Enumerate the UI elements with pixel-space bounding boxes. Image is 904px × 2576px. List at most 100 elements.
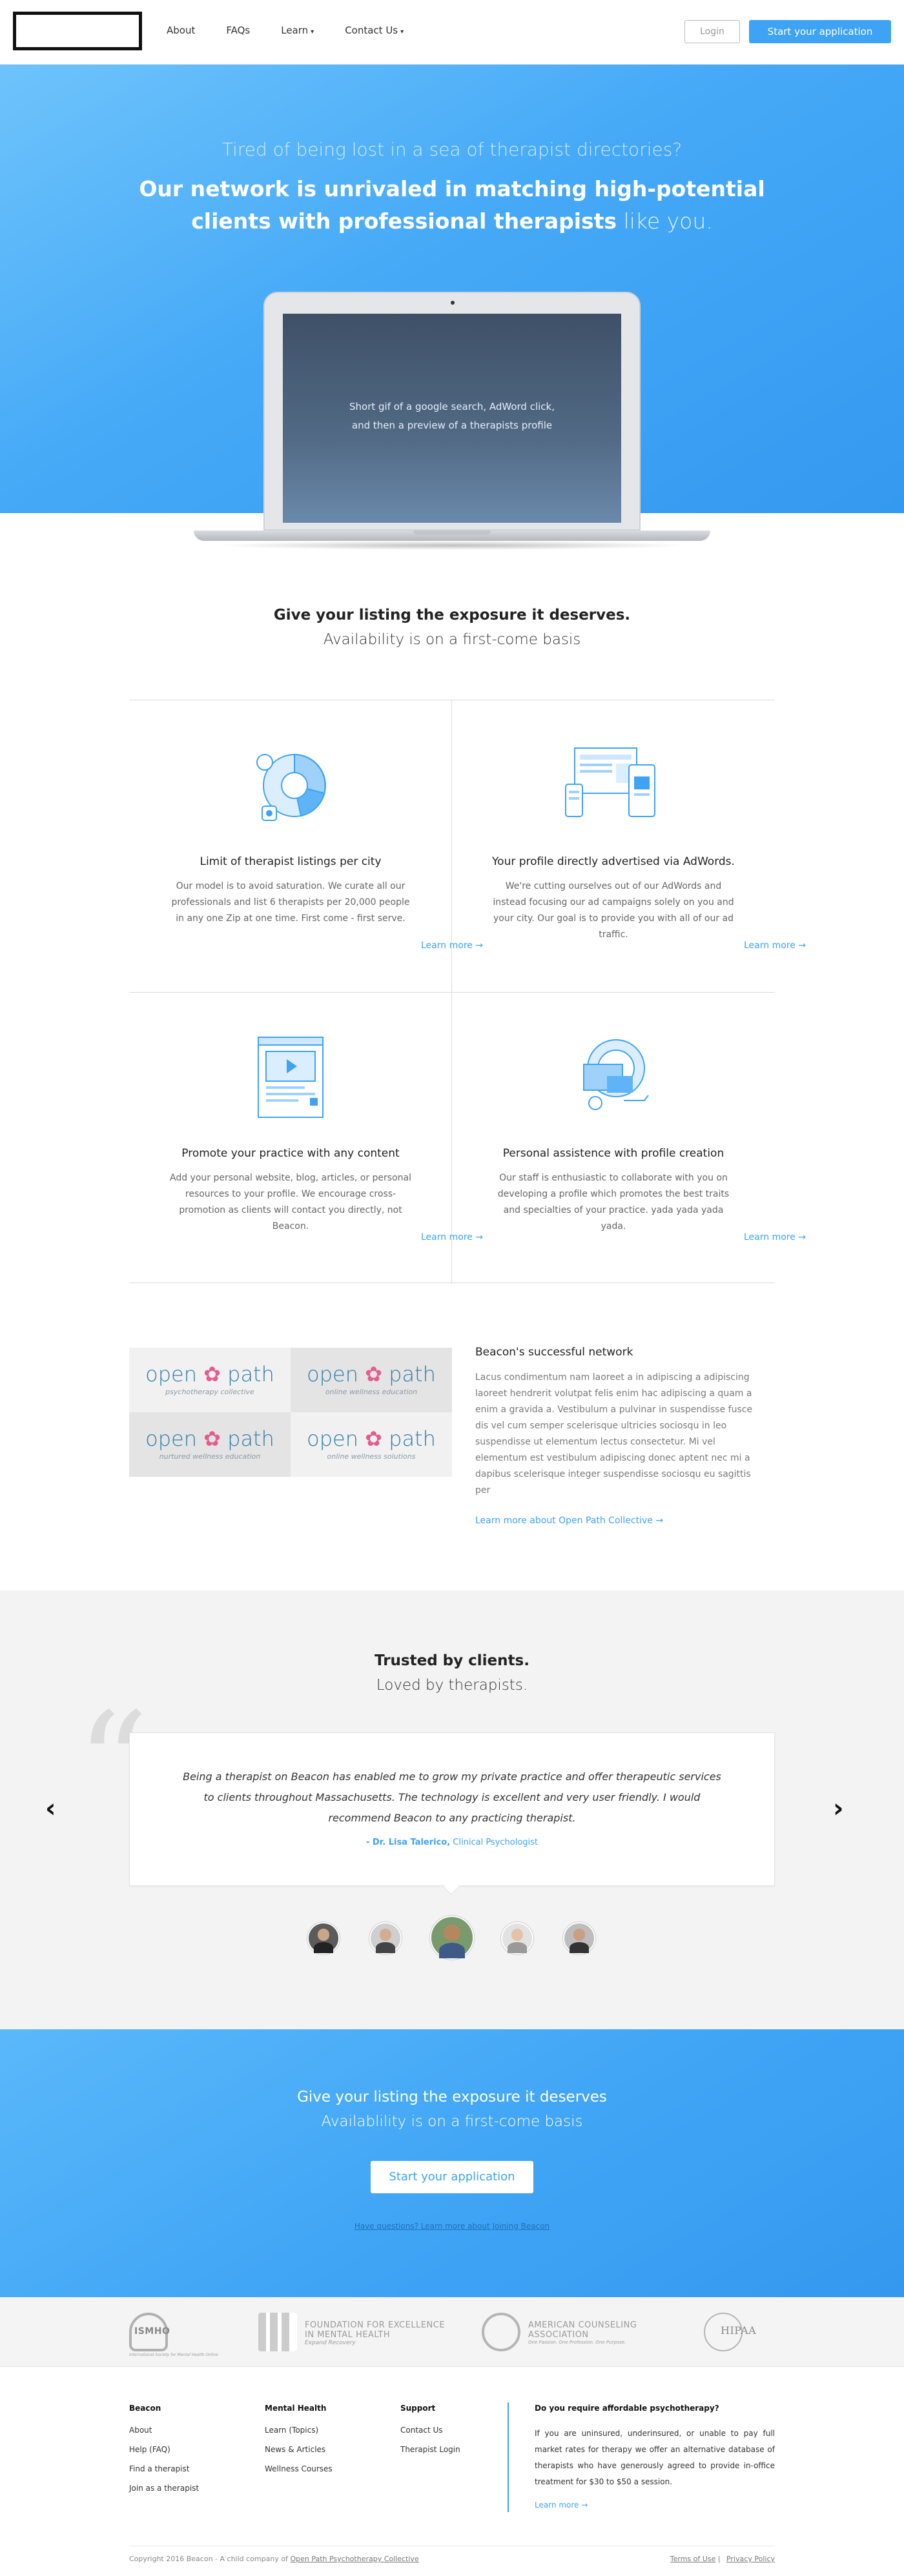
feature-body: We're cutting ourselves out of our AdWor… bbox=[493, 881, 734, 940]
hero-title-line1: Our network is unrivaled in matching hig… bbox=[139, 176, 765, 201]
logo-word-b: path bbox=[389, 1362, 436, 1386]
start-application-button[interactable]: Start your application bbox=[749, 20, 891, 43]
cta-line1: Give your listing the exposure it deserv… bbox=[297, 2089, 607, 2105]
video-page-icon bbox=[258, 1037, 324, 1118]
nav-contact[interactable]: Contact Us ▾ bbox=[345, 25, 404, 36]
nav-learn-label: Learn bbox=[281, 25, 309, 36]
nav-about[interactable]: About bbox=[167, 25, 195, 36]
camera-icon bbox=[451, 301, 455, 305]
logo-tagline: psychotherapy collective bbox=[165, 1388, 254, 1396]
footer-link[interactable]: Help (FAQ) bbox=[129, 2445, 199, 2454]
privacy-link[interactable]: Privacy Policy bbox=[726, 2555, 775, 2563]
feature-body: Our model is to avoid saturation. We cur… bbox=[171, 881, 410, 924]
footer-link[interactable]: News & Articles bbox=[265, 2445, 333, 2454]
logo-tagline: online wellness solutions bbox=[327, 1452, 416, 1461]
feature-title: Personal assistence with profile creatio… bbox=[502, 1147, 724, 1160]
ismho-logo: ISMHO International Society for Mental H… bbox=[129, 2313, 218, 2357]
nav-contact-label: Contact Us bbox=[345, 25, 398, 36]
open-path-footer-link[interactable]: Open Path Psychotherapy Collective bbox=[290, 2555, 418, 2563]
hero-title-bold: clients with professional therapists bbox=[191, 208, 617, 234]
hero-title-light: like you. bbox=[617, 208, 713, 234]
logo-placeholder[interactable] bbox=[13, 12, 142, 50]
author-name: - Dr. Lisa Talerico, bbox=[365, 1838, 451, 1847]
nav-links: About FAQs Learn ▾ Contact Us ▾ bbox=[167, 25, 404, 36]
author-role: Clinical Psychologist bbox=[450, 1838, 539, 1847]
afford-body: If you are uninsured, underinsured, or u… bbox=[535, 2429, 775, 2486]
pie-chart-icon bbox=[256, 753, 326, 821]
network-body: Lacus condimentum nam laoreet a in adipi… bbox=[475, 1372, 753, 1496]
footer-link[interactable]: Therapist Login bbox=[400, 2445, 460, 2454]
afford-learn-more-link[interactable]: Learn more → bbox=[535, 2500, 775, 2510]
footer-link[interactable]: Contact Us bbox=[400, 2426, 460, 2435]
exposure-line1: Give your listing the exposure it deserv… bbox=[273, 607, 631, 624]
footer-link[interactable]: About bbox=[129, 2426, 199, 2435]
footer-link[interactable]: Wellness Courses bbox=[265, 2464, 333, 2473]
learn-more-link[interactable]: Learn more → bbox=[613, 1232, 904, 1242]
footer-link[interactable]: Find a therapist bbox=[129, 2464, 199, 2473]
avatar[interactable] bbox=[369, 1922, 402, 1954]
start-application-button[interactable]: Start your application bbox=[371, 2161, 533, 2193]
login-button[interactable]: Login bbox=[684, 20, 740, 43]
avatar-row bbox=[307, 1916, 597, 1961]
footer-divider bbox=[508, 2402, 509, 2512]
testimonial-quote: Being a therapist on Beacon has enabled … bbox=[183, 1770, 721, 1824]
feature-title: Promote your practice with any content bbox=[181, 1147, 400, 1160]
laptop-screen: Short gif of a google search, AdWord cli… bbox=[283, 314, 621, 523]
footer-col-support: Support Contact Us Therapist Login bbox=[400, 2404, 460, 2464]
exposure-heading: Give your listing the exposure it deserv… bbox=[0, 607, 904, 648]
logo-tagline: online wellness education bbox=[325, 1388, 418, 1396]
laptop-caption-line1: Short gif of a google search, AdWord cli… bbox=[349, 401, 555, 412]
learn-more-link[interactable]: Learn more → bbox=[613, 940, 904, 951]
exposure-line2: Availability is on a first-come basis bbox=[323, 631, 581, 648]
partner-name: FOUNDATION FOR EXCELLENCE IN MENTAL HEAL… bbox=[305, 2320, 446, 2340]
chevron-left-icon[interactable]: ‹ bbox=[45, 1794, 56, 1823]
open-path-link[interactable]: Learn more about Open Path Collective → bbox=[475, 1516, 663, 1526]
feature-card: Personal assistence with profile creatio… bbox=[452, 992, 806, 1284]
fems-logo: FOUNDATION FOR EXCELLENCE IN MENTAL HEAL… bbox=[258, 2313, 446, 2351]
laptop-caption: Short gif of a google search, AdWord cli… bbox=[283, 398, 621, 435]
chevron-right-icon[interactable]: › bbox=[833, 1794, 843, 1823]
partner-sub: One Passion. One Profession. One Purpose… bbox=[528, 2340, 626, 2345]
logo-tagline: nurtured wellness education bbox=[159, 1452, 261, 1461]
copyright-text: Copyright 2016 Beacon - A child company … bbox=[129, 2555, 291, 2563]
avatar-selected[interactable] bbox=[430, 1916, 474, 1960]
footer-link[interactable]: Learn (Topics) bbox=[265, 2426, 333, 2435]
hero-subtitle: Tired of being lost in a sea of therapis… bbox=[221, 139, 683, 160]
partner-name: HIPAA bbox=[721, 2324, 757, 2337]
logo-word-b: path bbox=[389, 1426, 436, 1451]
devices-icon bbox=[565, 747, 655, 817]
feature-body: Our staff is enthusiastic to collaborate… bbox=[497, 1173, 730, 1232]
footer-link[interactable]: Join as a therapist bbox=[129, 2484, 199, 2493]
partner-name: AMERICAN COUNSELING ASSOCIATION bbox=[528, 2320, 637, 2340]
avatar[interactable] bbox=[563, 1922, 595, 1954]
network-title: Beacon's successful network bbox=[475, 1346, 633, 1359]
aca-logo: AMERICAN COUNSELING ASSOCIATION One Pass… bbox=[482, 2313, 650, 2351]
cta-section: Give your listing the exposure it deserv… bbox=[0, 2029, 904, 2297]
testimonials-line1: Trusted by clients. bbox=[375, 1652, 529, 1669]
avatar[interactable] bbox=[501, 1922, 533, 1954]
flower-icon: ✿ bbox=[203, 1362, 221, 1386]
partner-sub: International Society for Mental Health … bbox=[129, 2353, 218, 2357]
figures-icon bbox=[258, 2313, 297, 2351]
avatar[interactable] bbox=[307, 1922, 340, 1954]
open-path-logo: open ✿ path psychotherapy collective bbox=[129, 1348, 291, 1412]
partners-strip: ISMHO International Society for Mental H… bbox=[0, 2297, 904, 2367]
feature-title: Limit of therapist listings per city bbox=[200, 855, 382, 868]
nav-learn[interactable]: Learn ▾ bbox=[281, 25, 314, 36]
laptop-mockup: Short gif of a google search, AdWord cli… bbox=[263, 292, 641, 531]
learn-joining-link[interactable]: Have questions? Learn more about Joining… bbox=[0, 2222, 904, 2231]
footer-col-mental-health: Mental Health Learn (Topics) News & Arti… bbox=[265, 2404, 333, 2484]
partner-sub: Expand Recovery bbox=[305, 2340, 356, 2346]
feature-title: Your profile directly advertised via AdW… bbox=[492, 855, 735, 868]
terms-link[interactable]: Terms of Use bbox=[670, 2555, 716, 2563]
circle-icon bbox=[482, 2313, 520, 2351]
flower-icon: ✿ bbox=[203, 1426, 221, 1451]
footer-col-title: Support bbox=[400, 2404, 436, 2413]
flower-icon: ✿ bbox=[365, 1362, 382, 1386]
logo-word-b: path bbox=[227, 1426, 274, 1451]
partner-name: ISMHO bbox=[134, 2326, 170, 2337]
chevron-down-icon: ▾ bbox=[400, 28, 404, 35]
flower-icon: ✿ bbox=[365, 1426, 382, 1451]
feature-card: Your profile directly advertised via AdW… bbox=[452, 700, 806, 992]
nav-faqs[interactable]: FAQs bbox=[226, 25, 250, 36]
